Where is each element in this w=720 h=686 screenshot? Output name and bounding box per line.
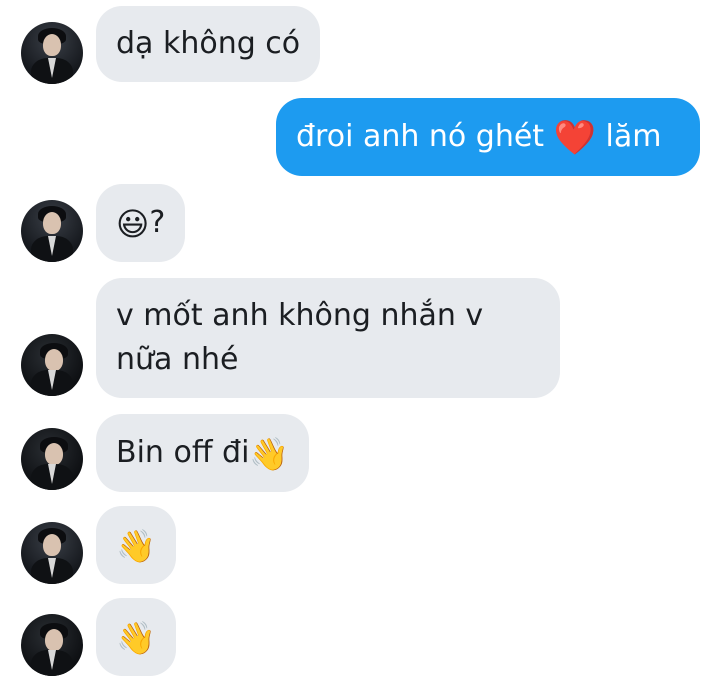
sender-avatar[interactable] (21, 428, 83, 490)
message-text: đroi anh nó ghét (296, 119, 554, 154)
sender-avatar[interactable] (21, 200, 83, 262)
sender-avatar[interactable] (21, 522, 83, 584)
received-message-bubble[interactable]: 👋 (96, 506, 176, 584)
received-message-bubble[interactable]: dạ không có (96, 6, 321, 82)
chat-thread: dạ không có đroi anh nó ghét ❤️ lăm 😃? v… (0, 0, 720, 686)
waving-hand-emoji-icon: 👋 (249, 435, 290, 473)
message-text-line-1: v mốt anh không nhắn v (116, 298, 484, 333)
received-message-bubble[interactable]: Bin off đi👋 (96, 414, 310, 492)
avatar-face (45, 443, 63, 465)
received-message-bubble[interactable]: 👋 (96, 598, 176, 676)
heart-emoji-icon: ❤️ (553, 118, 596, 158)
grinning-face-emoji-icon: 😃 (116, 205, 150, 243)
message-text: Bin off đi (116, 435, 250, 470)
waving-hand-emoji-icon: 👋 (116, 527, 156, 565)
message-text-suffix: lăm (595, 119, 662, 154)
avatar-face (45, 349, 63, 371)
received-message-bubble[interactable]: 😃? (96, 184, 186, 262)
message-text: dạ không có (116, 26, 301, 61)
sent-message-bubble[interactable]: đroi anh nó ghét ❤️ lăm (276, 98, 700, 176)
sender-avatar[interactable] (21, 334, 83, 396)
sender-avatar[interactable] (21, 614, 83, 676)
avatar-face (45, 629, 63, 651)
sender-avatar[interactable] (21, 22, 83, 84)
avatar-face (43, 34, 61, 56)
message-text: ? (149, 205, 166, 240)
waving-hand-emoji-icon: 👋 (116, 619, 156, 657)
avatar-face (43, 212, 61, 234)
message-text-line-2: nữa nhé (116, 342, 239, 377)
avatar-face (43, 534, 61, 556)
received-message-bubble[interactable]: v mốt anh không nhắn v nữa nhé (96, 278, 560, 398)
